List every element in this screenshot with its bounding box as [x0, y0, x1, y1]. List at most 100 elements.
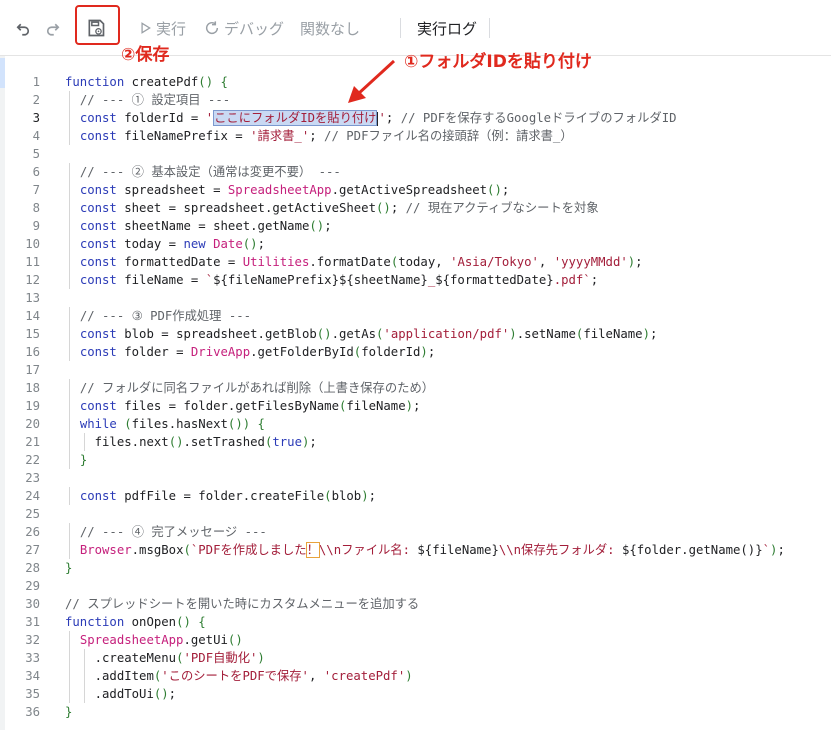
- code-text: const fileName = `${fileNamePrefix}${she…: [79, 273, 599, 287]
- line-number: 12: [25, 273, 40, 287]
- code-text: // --- ④ 完了メッセージ ---: [79, 525, 267, 539]
- line-number: 36: [25, 705, 40, 719]
- line-number: 25: [25, 507, 40, 521]
- code-text: const formattedDate = Utilities.formatDa…: [79, 255, 643, 269]
- line-number: 23: [25, 471, 40, 485]
- code-text: while (files.hasNext()) {: [79, 417, 265, 431]
- code-line[interactable]: 26 // --- ④ 完了メッセージ ---: [5, 523, 831, 541]
- code-text: .addToUi();: [65, 687, 177, 701]
- code-line[interactable]: 33 .createMenu('PDF自動化'): [5, 649, 831, 667]
- line-number: 1: [32, 75, 40, 89]
- code-line[interactable]: 20 while (files.hasNext()) {: [5, 415, 831, 433]
- debug-button[interactable]: デバッグ: [204, 12, 284, 44]
- code-line[interactable]: 31 function onOpen() {: [5, 613, 831, 631]
- code-line[interactable]: 6 // --- ② 基本設定（通常は変更不要） ---: [5, 163, 831, 181]
- code-text: }: [65, 561, 73, 575]
- code-line[interactable]: 32 SpreadsheetApp.getUi(): [5, 631, 831, 649]
- line-number: 6: [32, 165, 40, 179]
- code-text: files.next().setTrashed(true);: [94, 435, 317, 449]
- code-line[interactable]: 27 Browser.msgBox(`PDFを作成しました！\\nファイル名: …: [5, 541, 831, 559]
- run-label: 実行: [156, 19, 187, 38]
- line-number: 10: [25, 237, 40, 251]
- function-selector-label: 関数なし: [300, 19, 361, 38]
- code-line[interactable]: 13: [5, 289, 831, 307]
- code-text: // --- ② 基本設定（通常は変更不要） ---: [79, 165, 341, 179]
- code-line[interactable]: 8 const sheet = spreadsheet.getActiveShe…: [5, 199, 831, 217]
- line-number: 16: [25, 345, 40, 359]
- line-number: 7: [32, 183, 40, 197]
- code-line[interactable]: 9 const sheetName = sheet.getName();: [5, 217, 831, 235]
- line-number: 20: [25, 417, 40, 431]
- line-number: 28: [25, 561, 40, 575]
- code-line[interactable]: 10 const today = new Date();: [5, 235, 831, 253]
- line-number: 15: [25, 327, 40, 341]
- code-text: const folder = DriveApp.getFolderById(fo…: [79, 345, 436, 359]
- code-text: // フォルダに同名ファイルがあれば削除（上書き保存のため）: [79, 381, 435, 395]
- line-number: 2: [32, 93, 40, 107]
- code-line[interactable]: 25: [5, 505, 831, 523]
- code-line[interactable]: 29: [5, 577, 831, 595]
- redo-icon[interactable]: [44, 12, 62, 44]
- line-number: 32: [25, 633, 40, 647]
- code-text: // スプレッドシートを開いた時にカスタムメニューを追加する: [65, 597, 420, 611]
- code-line[interactable]: 30 // スプレッドシートを開いた時にカスタムメニューを追加する: [5, 595, 831, 613]
- selected-folder-id-placeholder: ここにフォルダIDを貼り付け: [213, 110, 378, 126]
- code-line[interactable]: 17: [5, 361, 831, 379]
- save-highlight-box: [75, 5, 120, 45]
- code-text: // --- ③ PDF作成処理 ---: [79, 309, 252, 323]
- line-number: 11: [25, 255, 40, 269]
- line-number: 14: [25, 309, 40, 323]
- code-line[interactable]: 21 files.next().setTrashed(true);: [5, 433, 831, 451]
- code-line[interactable]: 11 const formattedDate = Utilities.forma…: [5, 253, 831, 271]
- code-text: .addItem('このシートをPDFで保存', 'createPdf'): [65, 669, 413, 683]
- line-number: 8: [32, 201, 40, 215]
- line-number: 30: [25, 597, 40, 611]
- line-number: 34: [25, 669, 40, 683]
- code-line[interactable]: 14 // --- ③ PDF作成処理 ---: [5, 307, 831, 325]
- code-text: function onOpen() {: [65, 615, 206, 629]
- code-line[interactable]: 5: [5, 145, 831, 163]
- code-text: const spreadsheet = SpreadsheetApp.getAc…: [79, 183, 510, 197]
- code-text: function createPdf() {: [65, 75, 228, 89]
- execution-log-label: 実行ログ: [417, 19, 478, 38]
- code-line[interactable]: 22 }: [5, 451, 831, 469]
- code-line[interactable]: 23: [5, 469, 831, 487]
- line-number: 21: [25, 435, 40, 449]
- code-line[interactable]: 15 const blob = spreadsheet.getBlob().ge…: [5, 325, 831, 343]
- code-line[interactable]: 18 // フォルダに同名ファイルがあれば削除（上書き保存のため）: [5, 379, 831, 397]
- line-number: 33: [25, 651, 40, 665]
- play-icon: [141, 22, 151, 34]
- line-number: 22: [25, 453, 40, 467]
- line-number: 4: [32, 129, 40, 143]
- save-annotation: ②保存: [121, 45, 170, 65]
- code-line[interactable]: 3 const folderId = 'ここにフォルダIDを貼り付け '; // …: [5, 109, 831, 127]
- code-line[interactable]: 4 const fileNamePrefix = '請求書_'; // PDFフ…: [5, 127, 831, 145]
- code-line[interactable]: 28}: [5, 559, 831, 577]
- code-line[interactable]: 24 const pdfFile = folder.createFile(blo…: [5, 487, 831, 505]
- code-text: .createMenu('PDF自動化'): [65, 651, 265, 665]
- code-line[interactable]: 7 const spreadsheet = SpreadsheetApp.get…: [5, 181, 831, 199]
- code-line[interactable]: 34 .addItem('このシートをPDFで保存', 'createPdf'): [5, 667, 831, 685]
- line-number: 9: [32, 219, 40, 233]
- code-text: SpreadsheetApp.getUi(): [79, 633, 243, 647]
- code-editor[interactable]: 1 function createPdf() { 2 // --- ① 設定項目 -…: [5, 73, 831, 721]
- code-text: }: [79, 453, 88, 467]
- code-line[interactable]: 2 // --- ① 設定項目 ---: [5, 91, 831, 109]
- line-number: 5: [32, 147, 40, 161]
- debug-label: デバッグ: [224, 19, 285, 38]
- line-number: 27: [25, 543, 40, 557]
- code-text: const folderId = 'ここにフォルダIDを貼り付け '; // PD…: [79, 110, 677, 126]
- undo-icon[interactable]: [14, 12, 32, 44]
- code-line[interactable]: 1 function createPdf() {: [5, 73, 831, 91]
- code-line[interactable]: 36}: [5, 703, 831, 721]
- code-text: const today = new Date();: [79, 237, 265, 251]
- paste-annotation: ①フォルダIDを貼り付け: [404, 52, 592, 72]
- code-line[interactable]: 16 const folder = DriveApp.getFolderById…: [5, 343, 831, 361]
- code-line[interactable]: 12 const fileName = `${fileNamePrefix}${…: [5, 271, 831, 289]
- code-line[interactable]: 19 const files = folder.getFilesByName(f…: [5, 397, 831, 415]
- function-selector[interactable]: 関数なし: [300, 12, 360, 44]
- execution-log-button[interactable]: 実行ログ: [417, 12, 477, 44]
- line-number: 18: [25, 381, 40, 395]
- line-number: 17: [25, 363, 40, 377]
- code-line[interactable]: 35 .addToUi();: [5, 685, 831, 703]
